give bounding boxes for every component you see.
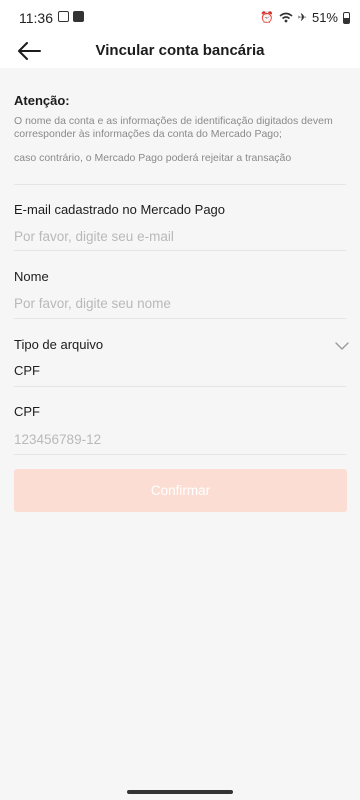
- name-label: Nome: [14, 269, 49, 284]
- cpf-field[interactable]: [14, 429, 330, 449]
- divider: [14, 250, 346, 251]
- cpf-label: CPF: [14, 404, 40, 419]
- divider: [14, 184, 346, 185]
- app-bar: Vincular conta bancária: [0, 34, 360, 68]
- page-title: Vincular conta bancária: [95, 42, 265, 59]
- divider: [14, 386, 346, 387]
- notice-text-line1: O nome da conta e as informações de iden…: [14, 115, 333, 140]
- wifi-icon: [279, 12, 293, 23]
- document-type-select[interactable]: CPF: [14, 363, 40, 378]
- confirm-button[interactable]: Confirmar: [14, 469, 347, 512]
- status-time: 11:36: [19, 10, 53, 26]
- system-nav-bar: [0, 782, 360, 800]
- home-gesture-handle[interactable]: [127, 790, 233, 794]
- status-system-icons: ⏰ ✈ 51%: [260, 10, 350, 25]
- notice-text-line2: caso contrário, o Mercado Pago poderá re…: [14, 152, 292, 164]
- chevron-down-icon[interactable]: [334, 340, 350, 352]
- battery-percent: 51%: [311, 10, 338, 25]
- name-field[interactable]: [14, 293, 330, 313]
- notice-section: Atenção: O nome da conta e as informaçõe…: [0, 68, 360, 186]
- notice-title: Atenção:: [14, 93, 70, 108]
- gallery-icon: [58, 11, 69, 22]
- divider: [14, 318, 346, 319]
- document-type-label: Tipo de arquivo: [14, 337, 104, 352]
- email-field[interactable]: [14, 226, 330, 246]
- divider: [14, 454, 346, 455]
- airplane-icon: ✈: [297, 11, 307, 24]
- alarm-icon: ⏰: [260, 11, 274, 24]
- main-content: Atenção: O nome da conta e as informaçõe…: [0, 68, 360, 800]
- email-label: E-mail cadastrado no Mercado Pago: [14, 202, 226, 217]
- battery-icon: [343, 11, 350, 24]
- status-notification-icons: [58, 11, 84, 22]
- status-bar: 11:36 ⏰ ✈ 51%: [0, 0, 360, 34]
- notification-icon: [73, 11, 84, 22]
